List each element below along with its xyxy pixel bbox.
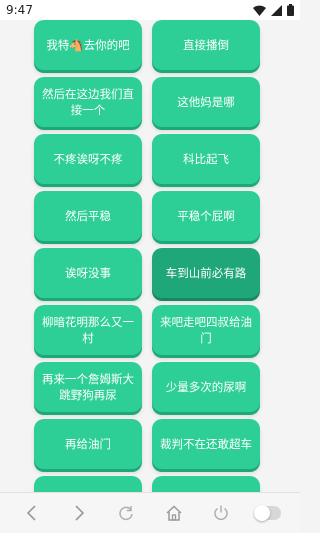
- forward-icon[interactable]: [64, 498, 94, 528]
- grid-button[interactable]: 不疼诶呀不疼: [34, 134, 142, 184]
- grid-button[interactable]: 诶呀没事: [34, 248, 142, 298]
- wifi-icon: [253, 5, 266, 16]
- grid-button[interactable]: 然后平稳: [34, 191, 142, 241]
- status-bar: 9:47: [0, 0, 300, 20]
- grid-button[interactable]: 裁判不在还敢超车: [152, 419, 260, 469]
- grid-button[interactable]: 少量多次的尿啊: [152, 362, 260, 412]
- grid-button[interactable]: 这他妈是哪: [152, 77, 260, 127]
- grid-button[interactable]: 来吧走吧四叔给油门: [152, 305, 260, 355]
- refresh-icon[interactable]: [111, 498, 141, 528]
- grid-button[interactable]: 然后在这边我们直接一个: [34, 77, 142, 127]
- grid-button[interactable]: 直接播倒: [152, 20, 260, 70]
- grid-button[interactable]: 科比起飞: [152, 134, 260, 184]
- battery-icon: [287, 4, 294, 16]
- grid-button[interactable]: 柳暗花明那么又一村: [34, 305, 142, 355]
- signal-icon: [271, 4, 282, 16]
- toggle-knob: [254, 505, 271, 521]
- back-icon[interactable]: [17, 498, 47, 528]
- grid-button[interactable]: 再给油门: [34, 419, 142, 469]
- bottom-nav: [0, 492, 300, 533]
- grid-button[interactable]: 平稳个屁啊: [152, 191, 260, 241]
- grid-button[interactable]: 我特🐴去你的吧: [34, 20, 142, 70]
- status-icons: [253, 4, 294, 16]
- grid-button-selected[interactable]: 车到山前必有路: [152, 248, 260, 298]
- toggle-switch[interactable]: [253, 498, 283, 528]
- home-icon[interactable]: [159, 498, 189, 528]
- power-icon[interactable]: [206, 498, 236, 528]
- toggle-track: [254, 505, 282, 521]
- status-time: 9:47: [6, 3, 33, 17]
- grid-button[interactable]: 再来一个詹姆斯大跳野狗再尿: [34, 362, 142, 412]
- button-grid-area[interactable]: 我特🐴去你的吧 直接播倒 然后在这边我们直接一个 这他妈是哪 不疼诶呀不疼 科比…: [14, 14, 272, 494]
